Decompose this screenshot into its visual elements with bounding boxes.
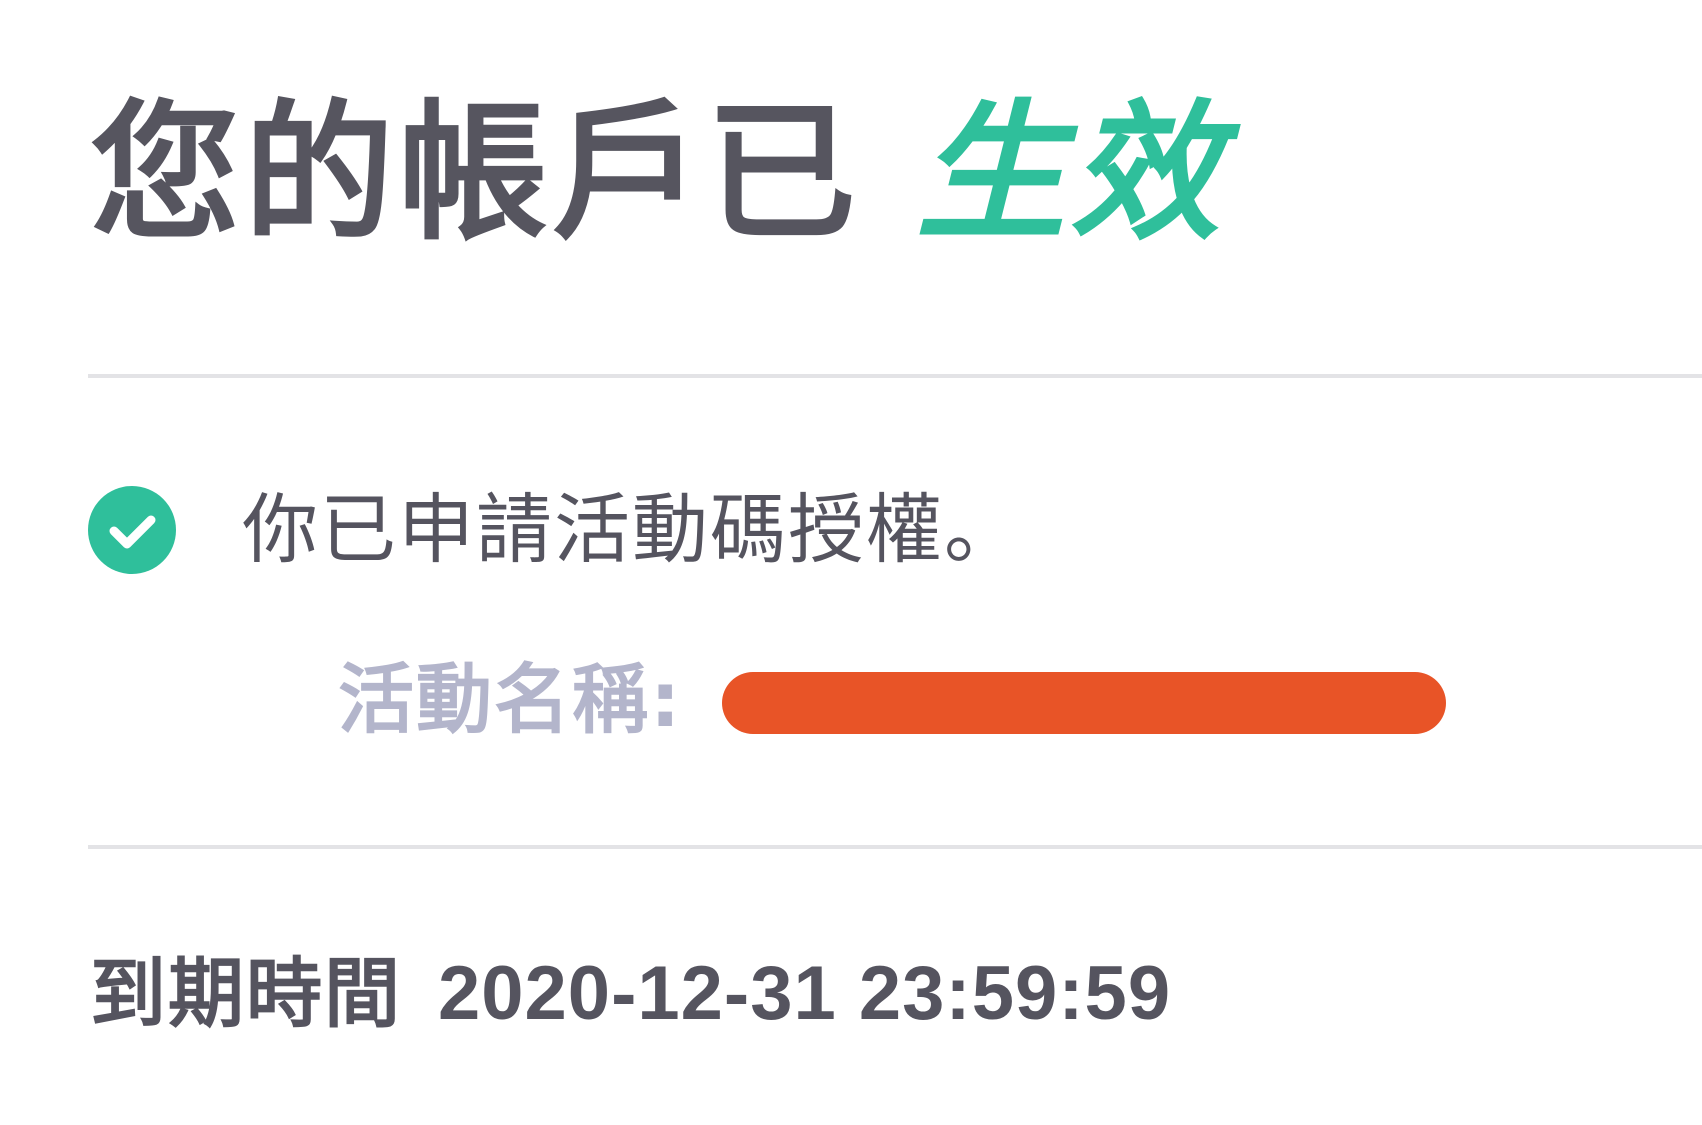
activity-name-row: 活動名稱: [338,656,682,744]
activity-name-label: 活動名稱: [338,655,683,744]
check-circle-icon [88,486,176,574]
expiry-value: 2020-12-31 23:59:59 [438,951,1172,1036]
page-title-prefix: 您的帳戶已 [90,87,861,261]
divider-top [88,374,1702,378]
account-status: 生效 [916,87,1225,261]
activity-name-redaction [722,672,1446,734]
expiry-row: 到期時間 2020-12-31 23:59:59 [90,948,1171,1040]
page-title: 您的帳戶已 生效 [90,84,1224,264]
authorization-notice: 你已申請活動碼授權。 [88,484,1022,576]
divider-bottom [88,845,1702,849]
expiry-label: 到期時間 [90,949,402,1038]
authorization-notice-text: 你已申請活動碼授權。 [242,485,1022,574]
